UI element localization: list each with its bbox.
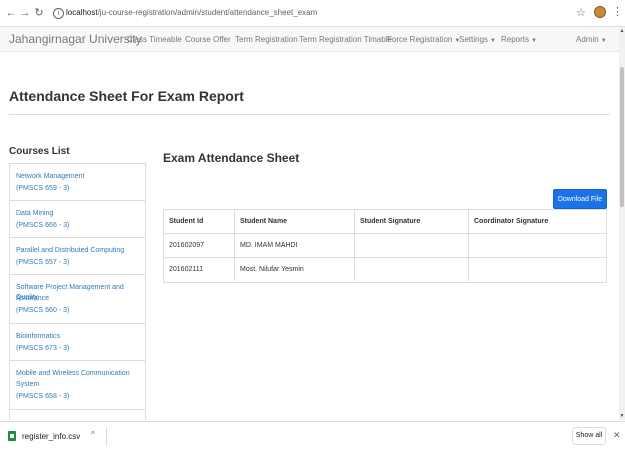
page-title: Attendance Sheet For Exam Report: [9, 88, 244, 104]
course-code: (PMSCS 658 - 3): [16, 393, 70, 400]
student-signature-cell: [355, 258, 469, 281]
column-header: Student Name: [235, 210, 355, 233]
table-row: 201602111 Most. Nilufar Yesmin: [164, 258, 606, 282]
bookmark-star-icon[interactable]: ☆: [576, 6, 586, 19]
url-host: localhost: [66, 8, 98, 17]
nav-term-registration[interactable]: Term Registration: [235, 35, 298, 44]
coordinator-signature-cell: [469, 234, 606, 257]
profile-avatar[interactable]: [594, 6, 606, 18]
caret-down-icon: ▼: [531, 38, 537, 44]
course-item[interactable]: Parallel and Distributed Computing (PMSC…: [9, 237, 146, 275]
brand-link[interactable]: Jahangirnagar University: [9, 32, 142, 46]
browser-toolbar: ← → ↻ i localhost/ju-course-registration…: [0, 0, 625, 27]
courses-list-title: Courses List: [9, 146, 70, 157]
student-signature-cell: [355, 234, 469, 257]
course-item[interactable]: Mobile and Wireless Communication System…: [9, 360, 146, 410]
table-header-row: Student Id Student Name Student Signatur…: [164, 210, 606, 234]
student-id-cell: 201602097: [164, 234, 235, 257]
coordinator-signature-cell: [469, 258, 606, 281]
nav-settings-label: Settings: [459, 35, 488, 44]
column-header: Student Signature: [355, 210, 469, 233]
nav-settings[interactable]: Settings ▼: [459, 35, 496, 44]
courses-list: Network Management (PMSCS 659 - 3) Data …: [9, 163, 146, 420]
course-item[interactable]: Network Management (PMSCS 659 - 3): [9, 163, 146, 201]
divider: [9, 114, 610, 115]
student-name-cell: MD. IMAM MAHDI: [235, 234, 355, 257]
course-name: Parallel and Distributed Computing: [16, 247, 125, 254]
student-name-cell: Most. Nilufar Yesmin: [235, 258, 355, 281]
course-name: Data Mining: [16, 210, 54, 217]
table-row: 201602097 MD. IMAM MAHDI: [164, 234, 606, 258]
top-navbar: Jahangirnagar University Class Timeable …: [0, 27, 619, 52]
column-header: Student Id: [164, 210, 235, 233]
caret-down-icon: ▼: [600, 38, 607, 44]
sheet-title: Exam Attendance Sheet: [163, 151, 300, 165]
nav-course-offer[interactable]: Course Offer: [185, 35, 231, 44]
nav-reports[interactable]: Reports ▼: [501, 35, 537, 44]
nav-force-registration-label: Force Registration: [387, 35, 453, 44]
nav-user-menu[interactable]: Admin ▼: [576, 35, 607, 44]
address-bar[interactable]: i localhost/ju-course-registration/admin…: [50, 5, 575, 21]
nav-force-registration[interactable]: Force Registration ▼: [387, 35, 460, 44]
course-code: (PMSCS 659 - 3): [16, 185, 70, 192]
nav-user-label: Admin: [576, 35, 599, 44]
column-header: Coordinator Signature: [474, 218, 549, 225]
course-item[interactable]: Software Project Management and Quality …: [9, 274, 146, 324]
reload-icon[interactable]: ↻: [32, 6, 46, 20]
csv-file-icon: [8, 431, 16, 441]
attendance-table: Student Id Student Name Student Signatur…: [163, 209, 607, 283]
course-name: Bioinformatics: [16, 333, 60, 340]
scroll-down-icon[interactable]: ▼: [619, 413, 625, 419]
course-code: (PMSCS 660 - 3): [16, 307, 70, 314]
course-item[interactable]: Bioinformatics (PMSCS 673 - 3): [9, 323, 146, 361]
course-name: Network Management: [16, 173, 85, 180]
nav-class-timetable[interactable]: Class Timeable: [127, 35, 182, 44]
course-name-line2: System: [16, 381, 40, 388]
nav-term-registration-timable[interactable]: Term Registration Timable: [299, 35, 392, 44]
url-path: /ju-course-registration/admin/student/at…: [97, 8, 318, 17]
download-file-name[interactable]: register_info.csv: [22, 432, 80, 441]
chevron-up-icon[interactable]: ^: [91, 430, 95, 439]
course-code: (PMSCS 673 - 3): [16, 345, 70, 352]
download-file-button[interactable]: Download File: [553, 189, 607, 209]
scroll-up-icon[interactable]: ▲: [619, 28, 625, 34]
course-item[interactable]: Data Mining (PMSCS 666 - 3): [9, 200, 146, 238]
browser-menu-icon[interactable]: ⋮: [612, 5, 623, 18]
course-name: Mobile and Wireless Communication: [16, 370, 130, 377]
course-code: (PMSCS 666 - 3): [16, 222, 70, 229]
forward-icon[interactable]: →: [18, 6, 32, 20]
course-name-line2: Assurance: [16, 295, 50, 302]
caret-down-icon: ▼: [489, 38, 496, 44]
site-info-icon[interactable]: i: [53, 8, 64, 19]
show-all-button[interactable]: Show all: [572, 427, 606, 445]
course-item[interactable]: [9, 409, 146, 420]
course-code: (PMSCS 657 - 3): [16, 259, 70, 266]
divider: [106, 427, 107, 446]
close-icon[interactable]: ✕: [613, 430, 621, 441]
nav-reports-label: Reports: [501, 35, 530, 44]
back-icon[interactable]: ←: [4, 6, 18, 20]
scrollbar-thumb[interactable]: [620, 67, 624, 207]
student-id-cell: 201602111: [164, 258, 235, 281]
page-scrollbar[interactable]: ▲ ▼: [619, 27, 625, 420]
url-text: localhost/ju-course-registration/admin/s…: [66, 5, 317, 21]
download-shelf: register_info.csv ^ Show all ✕: [0, 421, 625, 451]
